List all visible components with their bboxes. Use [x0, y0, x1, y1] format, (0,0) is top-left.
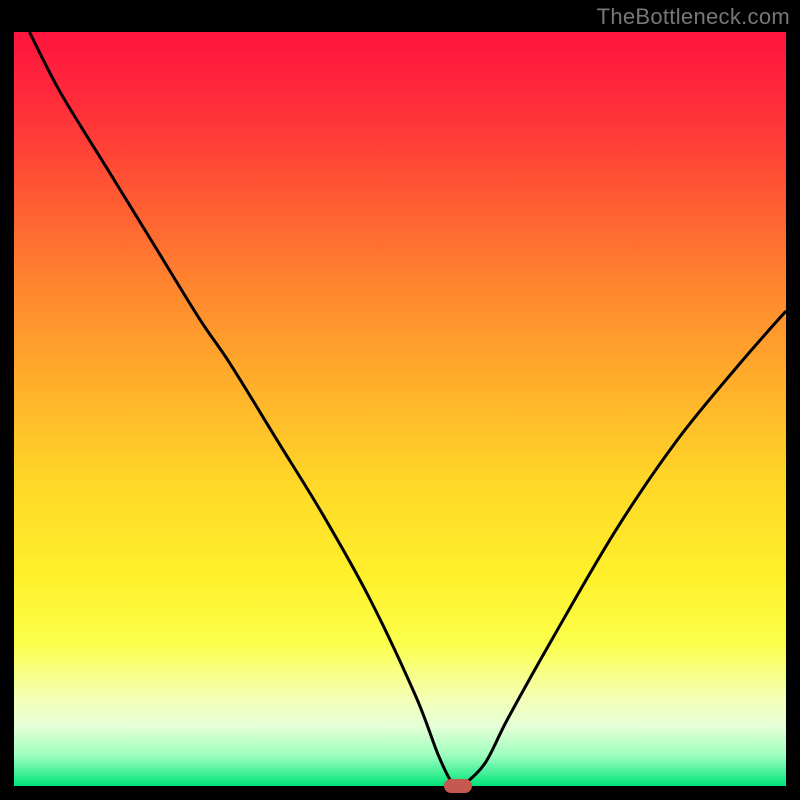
plot-area [14, 32, 786, 786]
attribution-text: TheBottleneck.com [597, 4, 790, 30]
bottleneck-curve [14, 32, 786, 786]
curve-path [29, 32, 786, 786]
chart-frame: TheBottleneck.com [0, 0, 800, 800]
optimal-point-marker [444, 779, 472, 793]
